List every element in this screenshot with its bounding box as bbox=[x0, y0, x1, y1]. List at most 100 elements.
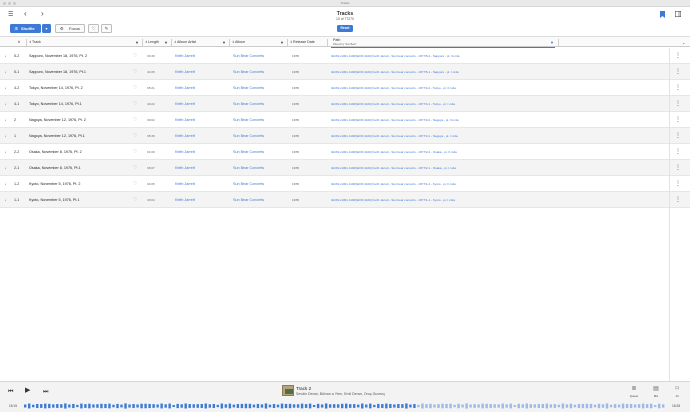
album-artist-link[interactable]: Keith Jarrett bbox=[175, 160, 225, 176]
album-artist-link[interactable]: Keith Jarrett bbox=[175, 128, 225, 144]
column-length[interactable]: Length bbox=[148, 37, 159, 48]
previous-icon[interactable]: ⏮ bbox=[8, 388, 13, 396]
filter-icon[interactable]: ▼ bbox=[550, 37, 554, 48]
column-release-date[interactable]: Release Date bbox=[293, 37, 315, 48]
file-path: /ECM/+1001-1100/[ECM 1100] Keith Jarrett… bbox=[331, 182, 456, 186]
album-artist-link[interactable]: Keith Jarrett bbox=[175, 48, 225, 64]
next-icon[interactable]: ⏭ bbox=[43, 388, 48, 396]
more-options-icon[interactable]: ⋮ bbox=[675, 80, 681, 96]
table-row[interactable]: • 2-1 Osaka, November 8, 1976, Pt.1 ♡ 36:07 K… bbox=[0, 160, 690, 176]
favorite-filter-button[interactable]: ♡ bbox=[88, 24, 99, 33]
table-row[interactable]: • 1 Nagoya, November 12, 1976, Pt.1 ♡ 35:36 K… bbox=[0, 128, 690, 144]
album-link[interactable]: Sun Bear Concerts bbox=[233, 160, 288, 176]
heart-icon[interactable]: ♡ bbox=[133, 160, 137, 176]
list-icon[interactable]: ☰ bbox=[8, 11, 13, 19]
table-row[interactable]: • 2-2 Osaka, November 8, 1976, Pt. 2 ♡ 31:09… bbox=[0, 144, 690, 160]
album-artist-link[interactable]: Keith Jarrett bbox=[175, 176, 225, 192]
album-artwork[interactable] bbox=[282, 385, 294, 396]
waveform-bar bbox=[589, 403, 593, 409]
shuffle-button[interactable]: ⤨ Shuffle bbox=[10, 24, 41, 33]
more-options-icon[interactable]: ⋮ bbox=[675, 176, 681, 192]
table-row[interactable]: • 4-1 Tokyo, November 14, 1976, Pt.1 ♡ 40:22… bbox=[0, 96, 690, 112]
heart-icon[interactable]: ♡ bbox=[133, 192, 137, 208]
waveform-bar bbox=[268, 404, 272, 408]
reset-button[interactable]: Reset bbox=[337, 25, 353, 32]
heart-icon[interactable]: ♡ bbox=[133, 128, 137, 144]
table-row[interactable]: • 1-1 Kyoto, November 5, 1976, Pt.1 ♡ 43:04 K… bbox=[0, 192, 690, 208]
column-path[interactable]: Path Filtered by "Sun Bear" ▼ bbox=[331, 37, 555, 48]
column-number[interactable]: # bbox=[18, 37, 20, 48]
focus-button[interactable]: ⚙ Focus bbox=[55, 24, 85, 33]
column-track[interactable]: Track bbox=[32, 37, 41, 48]
waveform-bar bbox=[453, 404, 456, 408]
more-options-icon[interactable]: ⋮ bbox=[675, 112, 681, 128]
more-options-icon[interactable]: ⋮ bbox=[675, 96, 681, 112]
more-options-icon[interactable]: ⋮ bbox=[675, 160, 681, 176]
track-length: 34:05 bbox=[147, 182, 155, 186]
chevron-right-icon[interactable]: › bbox=[41, 10, 44, 18]
album-link[interactable]: Sun Bear Concerts bbox=[233, 192, 288, 208]
album-link[interactable]: Sun Bear Concerts bbox=[233, 48, 288, 64]
waveform-bar bbox=[320, 404, 324, 408]
waveform-bar bbox=[192, 404, 195, 408]
waveform-bar bbox=[509, 403, 512, 409]
heart-icon[interactable]: ♡ bbox=[133, 48, 137, 64]
album-link[interactable]: Sun Bear Concerts bbox=[233, 96, 288, 112]
waveform-bar bbox=[533, 404, 536, 408]
more-options-icon[interactable]: ⋮ bbox=[675, 48, 681, 64]
heart-icon[interactable]: ♡ bbox=[133, 112, 137, 128]
table-row[interactable]: • 5-2 Sapporo, November 18, 1976, Pt. 2 ♡ 33… bbox=[0, 48, 690, 64]
album-artist-link[interactable]: Keith Jarrett bbox=[175, 192, 225, 208]
album-artist-link[interactable]: Keith Jarrett bbox=[175, 96, 225, 112]
release-date: 1978 bbox=[292, 182, 299, 186]
play-icon[interactable]: ▶ bbox=[25, 387, 30, 395]
waveform-bar bbox=[469, 404, 472, 408]
album-artist-link[interactable]: Keith Jarrett bbox=[175, 144, 225, 160]
album-link[interactable]: Sun Bear Concerts bbox=[233, 128, 288, 144]
heart-icon[interactable]: ♡ bbox=[133, 80, 137, 96]
heart-icon[interactable]: ♡ bbox=[133, 144, 137, 160]
heart-icon[interactable]: ♡ bbox=[133, 96, 137, 112]
heart-icon[interactable]: ♡ bbox=[133, 64, 137, 80]
queue-button[interactable]: ≣ Queue bbox=[627, 385, 641, 398]
waveform-bar bbox=[316, 403, 320, 409]
filter-icon[interactable]: ▼ bbox=[222, 37, 226, 48]
table-row[interactable]: • 5-1 Sapporo, November 18, 1976, Pt.1 ♡ 41:… bbox=[0, 64, 690, 80]
album-artist-link[interactable]: Keith Jarrett bbox=[175, 80, 225, 96]
waveform-bar bbox=[164, 404, 167, 408]
album-artist-link[interactable]: Keith Jarrett bbox=[175, 64, 225, 80]
waveform-scrubber[interactable] bbox=[24, 403, 666, 409]
more-options-icon[interactable]: ⋮ bbox=[675, 64, 681, 80]
album-link[interactable]: Sun Bear Concerts bbox=[233, 144, 288, 160]
column-options-icon[interactable]: ⌄ bbox=[682, 37, 685, 48]
album-link[interactable]: Sun Bear Concerts bbox=[233, 176, 288, 192]
mix-button[interactable]: ▤ Mix bbox=[649, 385, 663, 398]
chevron-left-icon[interactable]: ‹ bbox=[24, 10, 27, 18]
album-link[interactable]: Sun Bear Concerts bbox=[233, 112, 288, 128]
column-album[interactable]: Album bbox=[235, 37, 245, 48]
heart-icon[interactable]: ♡ bbox=[133, 176, 137, 192]
album-link[interactable]: Sun Bear Concerts bbox=[233, 80, 288, 96]
waveform-bar bbox=[112, 404, 115, 408]
bookmark-count-button[interactable]: ⌑ 14 bbox=[670, 385, 684, 398]
waveform-bar bbox=[389, 403, 392, 409]
filter-icon[interactable]: ▼ bbox=[280, 37, 284, 48]
track-title: Nagoya, November 12, 1976, Pt. 2 bbox=[29, 118, 86, 122]
more-options-icon[interactable]: ⋮ bbox=[675, 144, 681, 160]
bookmark-icon[interactable] bbox=[660, 11, 665, 21]
column-album-artist[interactable]: Album Artist bbox=[177, 37, 196, 48]
more-options-icon[interactable]: ⋮ bbox=[675, 128, 681, 144]
album-artist-link[interactable]: Keith Jarrett bbox=[175, 112, 225, 128]
table-row[interactable]: • 4-2 Tokyo, November 14, 1976, Pt. 2 ♡ 35:2… bbox=[0, 80, 690, 96]
album-link[interactable]: Sun Bear Concerts bbox=[233, 64, 288, 80]
tag-filter-button[interactable]: ✎ bbox=[101, 24, 112, 33]
shuffle-options-button[interactable]: ▾ bbox=[42, 24, 51, 33]
playing-indicator-icon: • bbox=[5, 182, 7, 186]
filter-icon[interactable]: ▼ bbox=[135, 37, 139, 48]
table-row[interactable]: • 1-2 Kyoto, November 5, 1976, Pt. 2 ♡ 34:05… bbox=[0, 176, 690, 192]
filter-icon[interactable]: ▼ bbox=[164, 37, 168, 48]
more-options-icon[interactable]: ⋮ bbox=[675, 192, 681, 208]
sidebar-icon[interactable] bbox=[675, 11, 682, 20]
table-row[interactable]: • 2 Nagoya, November 12, 1976, Pt. 2 ♡ 39:02… bbox=[0, 112, 690, 128]
waveform-bar bbox=[597, 403, 601, 409]
